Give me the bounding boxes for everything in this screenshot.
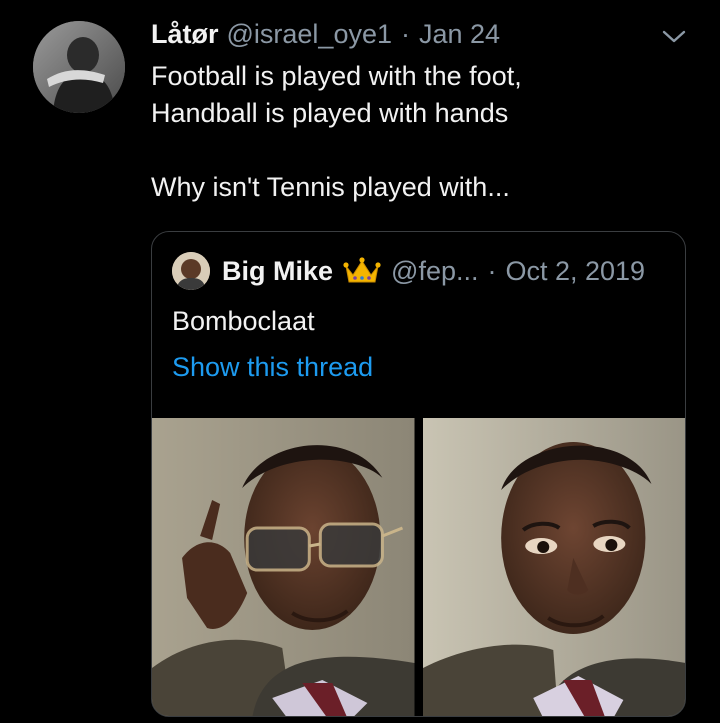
tweet-text-line: Football is played with the foot,	[151, 61, 522, 91]
quoted-tweet-date: Oct 2, 2019	[505, 255, 646, 286]
tweet-card: Låtør @israel_oye1 · Jan 24 Football is …	[0, 0, 720, 723]
media-image-right[interactable]	[422, 418, 685, 716]
quoted-tweet-media	[152, 418, 685, 716]
author-display-name[interactable]: Låtør	[151, 19, 219, 50]
author-handle[interactable]: @israel_oye1	[227, 19, 393, 50]
quoted-tweet[interactable]: Big Mike @fep... · Oct 2, 2019 Bomboclaa…	[151, 231, 686, 717]
quoted-tweet-header: Big Mike @fep... · Oct 2, 2019	[172, 252, 645, 290]
quoted-tweet-text: Bomboclaat	[172, 306, 315, 336]
media-image-left[interactable]	[152, 418, 415, 716]
tweet-text-line	[151, 132, 671, 169]
crown-emoji-icon	[343, 257, 381, 283]
tweet-text: Football is played with the foot, Handba…	[151, 58, 671, 206]
author-avatar[interactable]	[33, 21, 125, 113]
tweet-text-line: Handball is played with hands	[151, 98, 509, 128]
tweet-text-line: Why isn't Tennis played with...	[151, 172, 510, 202]
separator-dot: ·	[401, 18, 410, 49]
quoted-author-handle: @fep...	[391, 255, 479, 286]
chevron-down-icon[interactable]	[660, 22, 688, 50]
show-thread-link[interactable]: Show this thread	[172, 352, 373, 383]
quoted-author-display-name: Big Mike	[222, 255, 334, 286]
tweet-header: Låtør @israel_oye1 · Jan 24	[151, 16, 500, 52]
tweet-date[interactable]: Jan 24	[419, 19, 500, 50]
quoted-author-avatar	[172, 252, 210, 290]
separator-dot: ·	[487, 255, 497, 286]
